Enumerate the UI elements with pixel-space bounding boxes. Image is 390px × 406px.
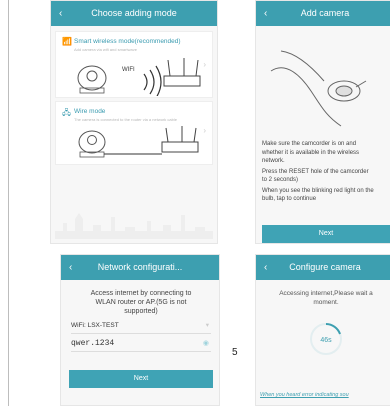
wifi-ssid: WiFi: LSX-TEST xyxy=(71,322,119,329)
wifi-icon: 📶 xyxy=(62,37,72,46)
header: ‹ Network configurati... xyxy=(61,255,219,280)
header-title: Network configurati... xyxy=(97,262,183,272)
instruction-line: to 2 seconds) xyxy=(262,177,299,183)
smart-mode-label: Smart wireless mode(recommended) xyxy=(74,38,181,45)
message-line: Accessing internet,Please wait a xyxy=(279,290,373,297)
message-line: moment. xyxy=(313,299,339,306)
header-title: Add camera xyxy=(300,8,350,18)
header-title: Configure camera xyxy=(289,262,361,272)
wire-mode-option[interactable]: 🖧 Wire mode The camera is connected to t… xyxy=(55,101,213,165)
reset-hand-illustration xyxy=(270,50,367,127)
smart-mode-option[interactable]: 📶 Smart wireless mode(recommended) Add c… xyxy=(55,31,213,98)
back-arrow-icon[interactable]: ‹ xyxy=(69,255,72,280)
message-line: Access internet by connecting to xyxy=(90,290,192,297)
page-number: 5 xyxy=(232,347,238,358)
margin-rule xyxy=(8,0,9,406)
instruction-line: network. xyxy=(262,158,285,164)
instruction-line: When you see the blinking red light on t… xyxy=(262,187,374,194)
screen-add-camera: ‹ Add camera Make sure the camcorder is … xyxy=(255,0,390,244)
screen-network-configuration: ‹ Network configurati... Access internet… xyxy=(60,254,220,406)
message-line: WLAN router or AP.(5G is not xyxy=(95,299,187,306)
instruction-line: Press the RESET hole of the camcorder xyxy=(262,168,369,175)
eye-icon[interactable]: ◉ xyxy=(203,337,209,351)
back-arrow-icon[interactable]: ‹ xyxy=(264,1,267,26)
header: ‹ Add camera xyxy=(256,1,390,26)
city-skyline-decoration xyxy=(55,213,213,239)
countdown-label: 46s xyxy=(320,337,332,344)
instruction-line: Make sure the camcorder is on and xyxy=(262,141,357,147)
wire-mode-label: Wire mode xyxy=(74,108,106,115)
network-message: Access internet by connecting to WLAN ro… xyxy=(71,289,211,316)
next-button[interactable]: Next xyxy=(69,370,213,388)
wire-mode-illustration xyxy=(78,126,199,158)
configure-message: Accessing internet,Please wait a moment. xyxy=(262,289,390,307)
message-line: supported) xyxy=(124,308,158,315)
header: ‹ Choose adding mode xyxy=(51,1,217,26)
header-title: Choose adding mode xyxy=(91,8,177,18)
back-arrow-icon[interactable]: ‹ xyxy=(59,1,62,26)
dropdown-icon[interactable]: ▾ xyxy=(206,319,209,333)
instruction-line: whether it is available in the wireless xyxy=(262,149,360,156)
password-value: qwer.1234 xyxy=(71,339,115,348)
next-button[interactable]: Next xyxy=(262,225,390,243)
back-arrow-icon[interactable]: ‹ xyxy=(264,255,267,280)
smart-mode-sub: Add camera via wifi and smartwave xyxy=(74,47,137,52)
header: ‹ Configure camera xyxy=(256,255,390,280)
password-field[interactable]: qwer.1234 ◉ xyxy=(71,337,211,352)
wifi-ssid-field[interactable]: WiFi: LSX-TEST ▾ xyxy=(71,319,211,334)
wire-mode-sub: The camera is connected to the router vi… xyxy=(74,117,177,122)
chevron-right-icon: › xyxy=(203,126,206,135)
progress-ring: 46s xyxy=(310,323,342,355)
instructions: Make sure the camcorder is on and whethe… xyxy=(262,140,390,204)
screen-configure-camera: ‹ Configure camera Accessing internet,Pl… xyxy=(255,254,390,406)
network-icon: 🖧 xyxy=(62,108,71,117)
instruction-line: bulb, tap to continue xyxy=(262,196,317,202)
smart-mode-illustration: WIFI xyxy=(77,58,201,96)
error-sound-link[interactable]: When you heard error indicating sou xyxy=(260,392,349,398)
wifi-text: WIFI xyxy=(122,67,135,73)
chevron-right-icon: › xyxy=(203,60,206,69)
screen-choose-adding-mode: ‹ Choose adding mode 📶 Smart wireless mo… xyxy=(50,0,218,244)
